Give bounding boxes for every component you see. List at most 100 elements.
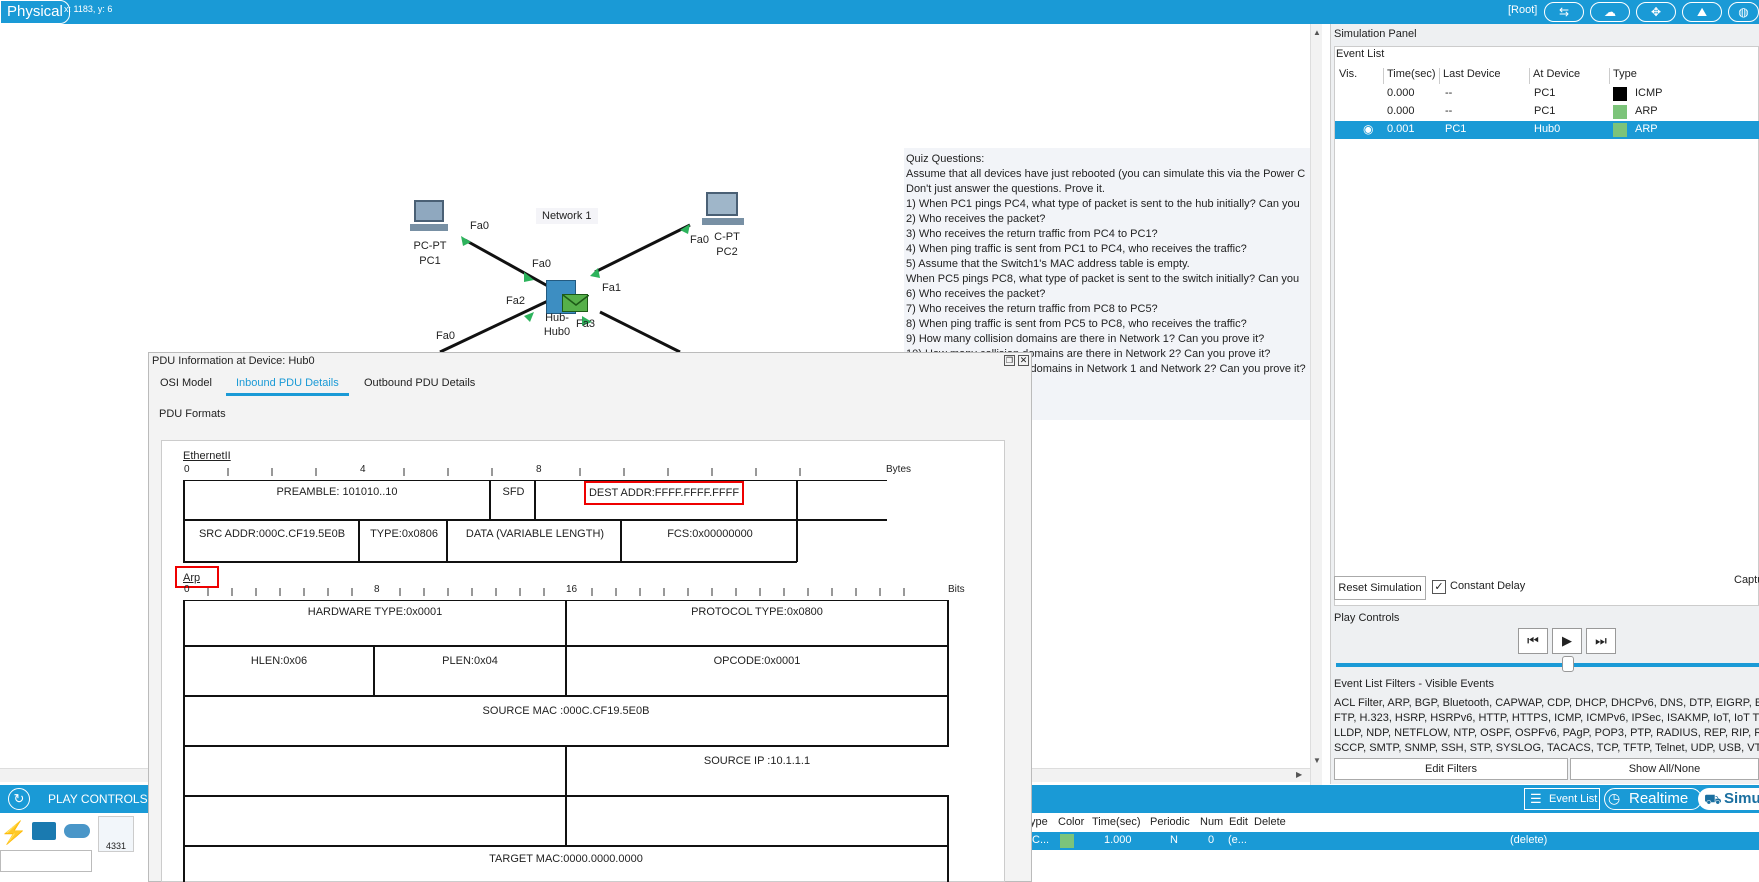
quiz-line: 7) Who receives the return traffic from … [906,303,1158,315]
arp-hardware-type-field: HARDWARE TYPE:0x0001 [307,606,443,618]
root-breadcrumb[interactable]: [Root] [1508,4,1537,16]
hub0-name-label: Hub0 [543,326,571,338]
quiz-line: 8) When ping traffic is sent from PC5 to… [906,318,1247,330]
pc2-model-label: C-PT [714,231,740,243]
ethernet-format-label[interactable]: EthernetII [183,450,231,462]
arp-protocol-type-field: PROTOCOL TYPE:0x0800 [691,606,823,618]
router-icon[interactable] [64,824,90,838]
preamble-field: PREAMBLE: 101010..10 [276,486,398,498]
quiz-line: Quiz Questions: [906,153,985,165]
pdu-col-num: Num [1200,816,1224,828]
lower-port-label: Fa0 [436,330,455,342]
folder-icon[interactable] [32,822,56,840]
pdu-list-row[interactable]: C... 1.000 N 0 (e... (delete) [1030,832,1759,850]
pc2-device-icon[interactable] [702,192,744,226]
play-controls-title: Play Controls [1334,612,1400,624]
event-row-selected[interactable]: ◉ 0.001 PC1 Hub0 ARP [1335,121,1759,139]
lightning-icon[interactable]: ⚡ [0,820,27,846]
globe-icon[interactable]: ◍ [1728,2,1759,22]
filter-line: FTP, H.323, HSRP, HSRPv6, HTTP, HTTPS, I… [1334,712,1759,724]
hub-fa1-label: Fa1 [602,282,621,294]
envelope-icon[interactable] [562,294,589,312]
pdu-col-periodic: Periodic [1150,816,1190,828]
pdu-periodic: N [1170,834,1178,846]
speed-slider-track[interactable] [1336,663,1759,667]
hub-fa3-label: Fa3 [576,318,595,330]
show-all-none-button[interactable]: Show All/None [1570,758,1759,780]
quiz-line: 2) Who receives the packet? [906,213,1046,225]
edit-filters-button[interactable]: Edit Filters [1334,758,1568,780]
event-last-device: -- [1445,105,1453,117]
router-4331-icon[interactable]: 4331 [98,816,134,852]
quiz-line: Don't just answer the questions. Prove i… [906,183,1105,195]
col-type[interactable]: Type [1610,68,1759,84]
close-icon[interactable]: ✕ [1018,355,1029,366]
filter-line: ACL Filter, ARP, BGP, Bluetooth, CAPWAP,… [1334,697,1759,709]
pdu-edit-link[interactable]: (e... [1228,834,1247,846]
network-1-label: Network 1 [536,208,598,224]
workspace-vertical-scrollbar[interactable]: ▲ ▼ [1310,24,1322,785]
pdu-num: 0 [1208,834,1215,846]
restore-icon[interactable]: ❐ [1004,355,1015,366]
pdu-delete-link[interactable]: (delete) [1510,834,1547,846]
event-at-device: PC1 [1534,87,1556,99]
move-icon[interactable]: ✥ [1636,2,1676,22]
col-vis[interactable]: Vis. [1336,68,1384,84]
back-icon[interactable]: ⇆ [1544,2,1584,22]
arp-target-mac-field: TARGET MAC:0000.0000.0000 [489,853,643,865]
quiz-line: Assume that all devices have just reboot… [906,168,1306,180]
sfd-field: SFD [502,486,525,498]
ruler-unit: Bits [948,584,965,595]
col-time[interactable]: Time(sec) [1384,68,1440,84]
arp-hlen-field: HLEN:0x06 [250,655,308,667]
quiz-line: 6) Who receives the packet? [906,288,1046,300]
event-row[interactable]: 0.000 -- PC1 ICMP [1335,85,1759,103]
event-type: ARP [1635,123,1658,135]
play-button[interactable]: ▶ [1552,628,1582,654]
constant-delay-label: Constant Delay [1450,580,1526,592]
event-type: ARP [1635,105,1658,117]
reset-simulation-button[interactable]: Reset Simulation [1334,576,1426,600]
play-controls-label: PLAY CONTROLS [48,792,148,806]
pdu-time: 1.000 [1104,834,1132,846]
pdu-col-time: Time(sec) [1092,816,1141,828]
clock-icon: ◷ [1608,790,1621,806]
dest-addr-field: DEST ADDR:FFFF.FFFF.FFFF [584,481,744,505]
col-at-device[interactable]: At Device [1530,68,1610,84]
ethernet-ruler-ticks [227,468,801,476]
pdu-col-delete: Delete [1254,816,1286,828]
event-filters-title: Event List Filters - Visible Events [1334,678,1494,690]
pdu-formats-label: PDU Formats [159,408,226,420]
arp-source-mac-field: SOURCE MAC :000C.CF19.5E0B [482,705,650,717]
step-forward-button[interactable]: ⏭ [1586,628,1616,654]
quiz-line: 1) When PC1 pings PC4, what type of pack… [906,198,1300,210]
col-last-device[interactable]: Last Device [1440,68,1530,84]
arp-plen-field: PLEN:0x04 [442,655,498,667]
landscape-icon[interactable]: ⛰ [1682,2,1722,22]
fcs-field: FCS:0x00000000 [667,528,753,540]
cloud-icon[interactable]: ☁ [1590,2,1630,22]
event-row[interactable]: 0.000 -- PC1 ARP [1335,103,1759,121]
step-back-button[interactable]: ⏮ [1518,628,1548,654]
tab-osi-model[interactable]: OSI Model [150,372,222,396]
reset-time-icon[interactable]: ↻ [8,788,30,810]
pc1-name-label: PC1 [419,255,441,267]
event-time: 0.001 [1387,123,1415,135]
event-color-swatch [1613,105,1627,119]
eye-icon[interactable]: ◉ [1363,122,1373,136]
device-search-input[interactable] [0,850,92,872]
capture-label: Captu [1734,574,1759,586]
pc1-port-label: Fa0 [470,220,489,232]
constant-delay-checkbox[interactable]: ✓ [1432,580,1446,594]
ruler-unit: Bytes [886,464,912,475]
speed-slider-thumb[interactable] [1562,656,1574,672]
tab-outbound-pdu-details[interactable]: Outbound PDU Details [354,372,485,396]
tab-inbound-pdu-details[interactable]: Inbound PDU Details [226,372,349,396]
simulation-panel-title: Simulation Panel [1334,28,1417,40]
quiz-line: 9) How many collision domains are there … [906,333,1265,345]
pc1-device-icon[interactable] [410,200,448,232]
event-last-device: PC1 [1445,123,1467,135]
event-at-device: Hub0 [1534,123,1561,135]
simulation-icon: ⛟ [1704,791,1722,807]
event-last-device: -- [1445,87,1453,99]
